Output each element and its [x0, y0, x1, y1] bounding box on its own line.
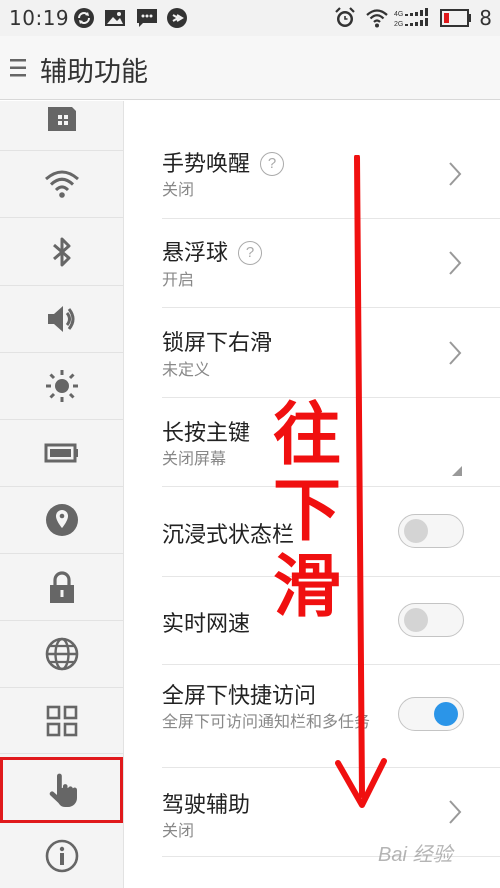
- toggle-knob: [434, 702, 458, 726]
- setting-label: 实时网速: [162, 612, 251, 637]
- setting-label: 锁屏下右滑: [162, 331, 273, 356]
- sidebar-item-globe[interactable]: [0, 621, 123, 688]
- annotation-char: 下: [272, 472, 341, 551]
- hand-gesture-icon: [49, 773, 77, 807]
- toggle-knob: [404, 608, 428, 632]
- sidebar-item-volume[interactable]: [0, 286, 123, 353]
- signal-label-4g: 4G: [394, 11, 403, 18]
- sync-icon: [74, 8, 94, 28]
- sidebar-item-battery[interactable]: [0, 420, 123, 487]
- page-indicator: 8: [479, 6, 492, 30]
- sidebar-item-apps[interactable]: [0, 688, 123, 754]
- fullscreen-quick-access-toggle[interactable]: [398, 697, 464, 731]
- wifi-icon: [44, 170, 79, 198]
- location-icon: [45, 504, 78, 536]
- help-icon[interactable]: ?: [260, 152, 285, 176]
- immersive-status-bar-toggle[interactable]: [398, 514, 464, 548]
- toggle-knob: [404, 519, 428, 543]
- battery-icon: [440, 9, 471, 27]
- dropdown-corner-icon: [452, 466, 462, 476]
- status-time: 10:19: [9, 6, 70, 30]
- sidebar: [0, 101, 124, 888]
- bluetooth-icon: [52, 237, 70, 266]
- setting-label: 驾驶辅助: [162, 793, 251, 818]
- setting-value: 关闭: [162, 180, 195, 199]
- signal-icon: 4G 2G: [394, 8, 428, 28]
- chevron-right-icon: [449, 341, 462, 365]
- setting-label: 悬浮球: [162, 241, 229, 266]
- lock-icon: [49, 571, 74, 603]
- brightness-icon: [45, 370, 78, 402]
- volume-icon: [47, 306, 74, 332]
- setting-value: 未定义: [162, 360, 211, 379]
- wifi-icon: [366, 9, 388, 28]
- apps-grid-icon: [46, 705, 77, 736]
- realtime-network-speed-toggle[interactable]: [398, 603, 464, 637]
- annotation-char: 往: [272, 396, 341, 475]
- sim-card-icon: [47, 106, 76, 131]
- setting-value: 开启: [162, 270, 195, 289]
- sidebar-item-lock[interactable]: [0, 554, 123, 621]
- menu-icon[interactable]: [10, 56, 26, 80]
- sidebar-item-sim[interactable]: [0, 101, 123, 151]
- sidebar-item-about[interactable]: [0, 823, 123, 888]
- scroll-down-annotation: 往 下 滑: [262, 398, 352, 626]
- sidebar-item-location[interactable]: [0, 487, 123, 554]
- security-icon: [167, 8, 187, 28]
- message-icon: [137, 9, 157, 27]
- header-bar: 辅助功能: [0, 36, 500, 100]
- setting-label: 手势唤醒: [162, 152, 251, 177]
- help-icon[interactable]: ?: [238, 241, 263, 265]
- signal-label-2g: 2G: [394, 21, 403, 28]
- page-title: 辅助功能: [40, 57, 148, 88]
- setting-label: 长按主键: [162, 421, 251, 446]
- status-bar: 10:19 4G 2G 8: [0, 0, 500, 36]
- sidebar-item-wifi[interactable]: [0, 151, 123, 218]
- sidebar-item-brightness[interactable]: [0, 353, 123, 420]
- annotation-char: 滑: [272, 548, 341, 627]
- sidebar-item-bluetooth[interactable]: [0, 218, 123, 286]
- setting-value: 关闭: [162, 821, 195, 840]
- battery-icon: [44, 443, 78, 463]
- chevron-right-icon: [449, 251, 462, 275]
- info-icon: [45, 839, 78, 872]
- image-icon: [105, 10, 125, 26]
- globe-icon: [45, 637, 78, 671]
- setting-value: 关闭屏幕: [162, 449, 227, 468]
- chevron-right-icon: [449, 800, 462, 824]
- alarm-icon: [335, 7, 355, 27]
- sidebar-item-accessibility[interactable]: [0, 757, 123, 823]
- chevron-right-icon: [449, 162, 462, 186]
- setting-label: 全屏下快捷访问: [162, 684, 317, 709]
- watermark: Bai 经验: [378, 844, 453, 866]
